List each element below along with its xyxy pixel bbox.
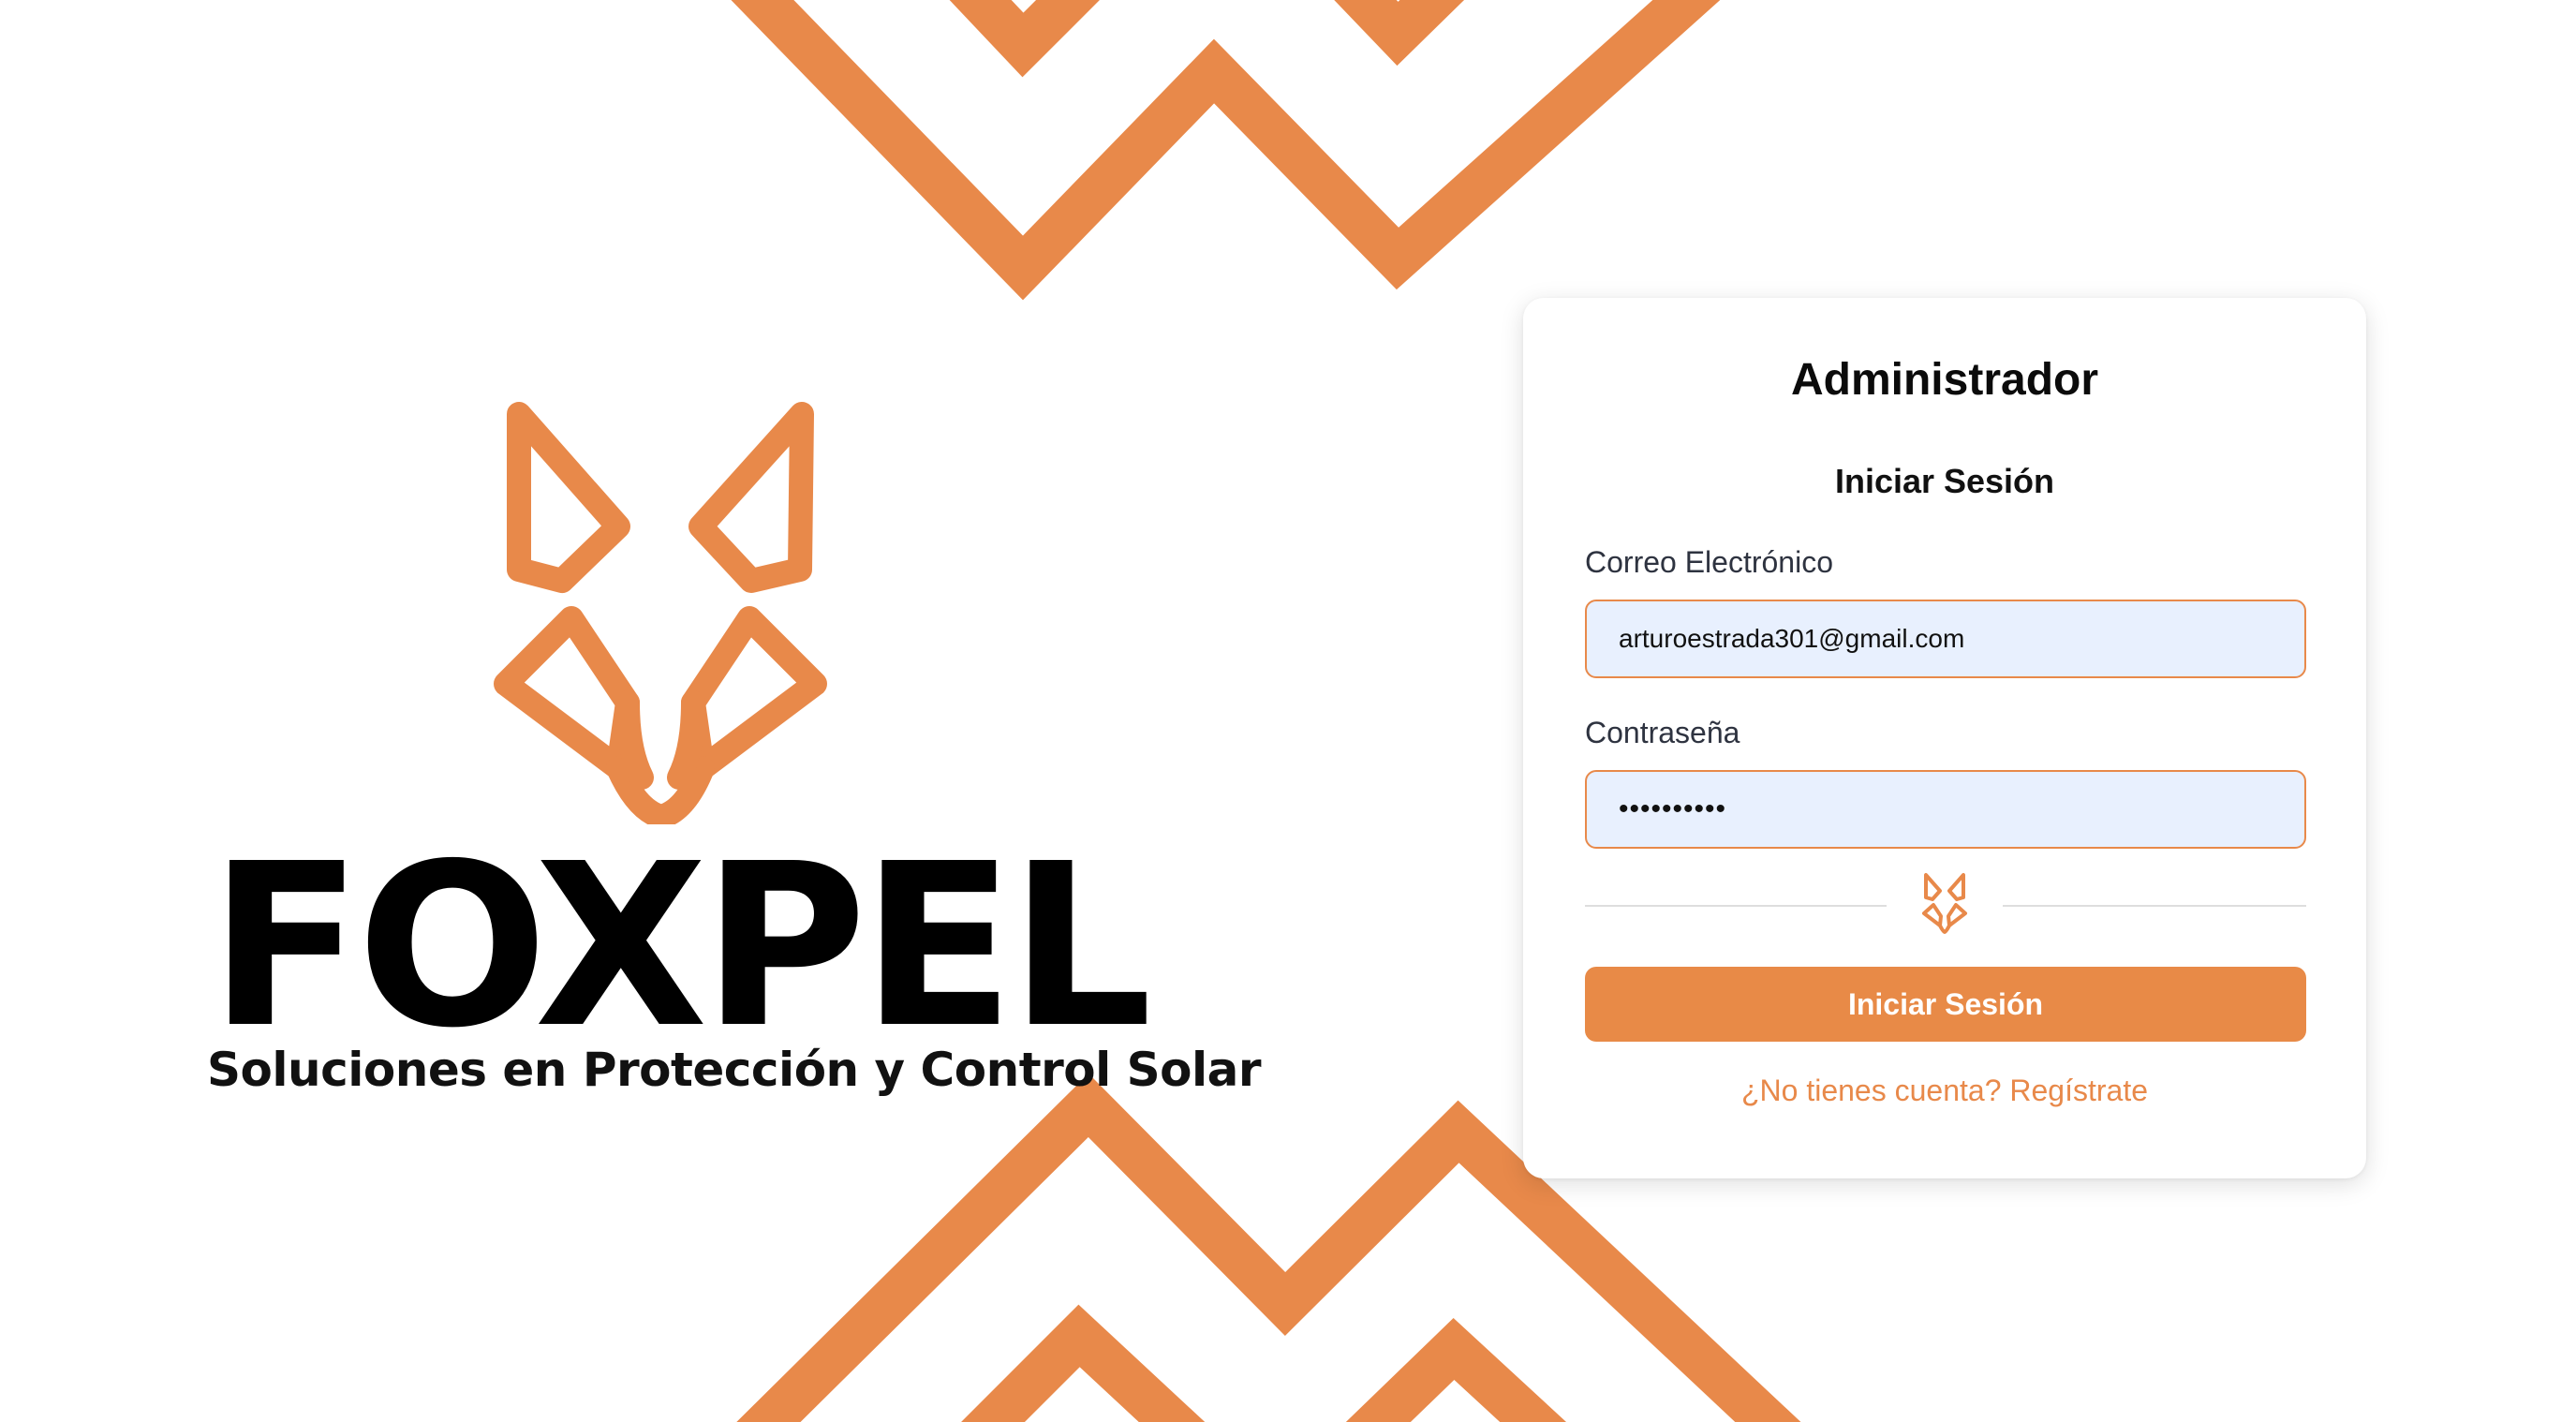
password-field[interactable] <box>1585 770 2306 849</box>
email-field[interactable] <box>1585 600 2306 678</box>
email-label: Correo Electrónico <box>1585 545 1833 579</box>
divider-line-right <box>2003 905 2306 907</box>
card-title: Administrador <box>1790 355 2099 405</box>
divider-line-left <box>1585 905 1887 907</box>
brand-name: FOXPEL <box>209 815 1152 1077</box>
register-link[interactable]: ¿No tienes cuenta? Regístrate <box>1523 1074 2366 1108</box>
password-label: Contraseña <box>1585 716 1740 749</box>
login-card: Administrador Iniciar Sesión Correo Elec… <box>1523 298 2366 1178</box>
login-page: FOXPEL Soluciones en Protección y Contro… <box>0 0 2576 1422</box>
brand-block: FOXPEL Soluciones en Protección y Contro… <box>201 393 1262 1105</box>
fox-logo-icon <box>494 402 827 824</box>
brand-tagline: Soluciones en Protección y Control Solar <box>207 1043 1262 1097</box>
login-submit-button[interactable]: Iniciar Sesión <box>1585 967 2306 1042</box>
fox-head-icon <box>1922 873 1967 934</box>
card-subtitle: Iniciar Sesión <box>1834 462 2055 500</box>
